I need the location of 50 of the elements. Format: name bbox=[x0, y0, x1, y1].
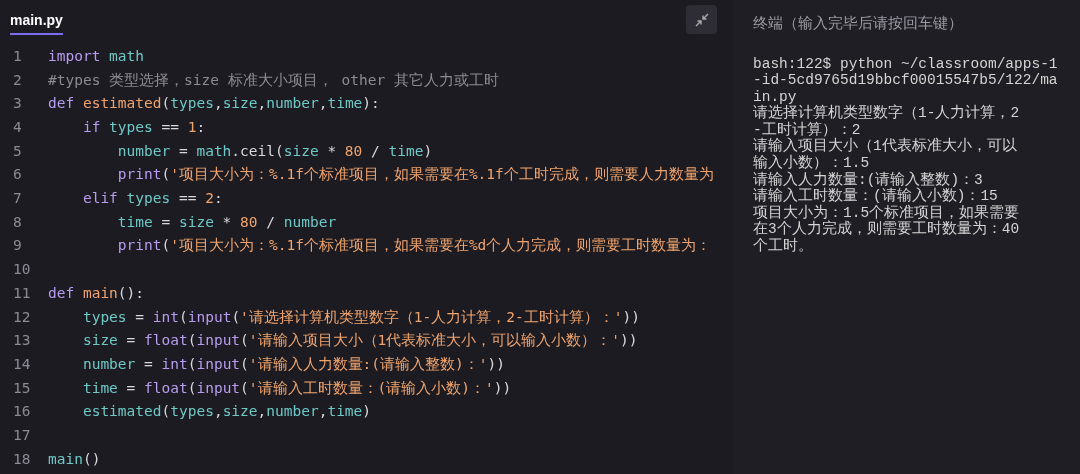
line-number: 7 bbox=[12, 189, 23, 209]
code-line: number = math.ceil(size * 80 / time) bbox=[116, 141, 433, 161]
code-line: types = int(input('请选择计算机类型数字（1-人力计算，2-工时计算）：')) bbox=[81, 307, 640, 327]
terminal-line: in.py bbox=[753, 88, 798, 105]
line-number: 18 bbox=[12, 449, 32, 469]
line-number: 14 bbox=[12, 354, 32, 374]
code-line: elif types == 2: bbox=[81, 189, 223, 209]
code-line: if types == 1: bbox=[81, 118, 206, 138]
code-line: print('项目大小为：%.1f个标准项目，如果需要在%d个人力完成，则需要工时数量为： bbox=[116, 236, 712, 256]
code-line: time = size * 80 / number bbox=[116, 212, 337, 232]
line-number: 5 bbox=[12, 141, 23, 161]
terminal-line: 请输入人力数量:(请输入整数)：3 bbox=[753, 171, 984, 188]
terminal-line: 在3个人力完成，则需要工时数量为：40 bbox=[753, 221, 1021, 238]
terminal-title: 终端（输入完毕后请按回车键） bbox=[753, 13, 964, 33]
terminal-line: 请选择计算机类型数字（1-人力计算，2 bbox=[753, 105, 1021, 122]
line-number: 12 bbox=[12, 307, 32, 327]
file-tab[interactable]: main.py bbox=[10, 10, 63, 35]
terminal-line: 个工时。 bbox=[753, 238, 814, 255]
line-number: 11 bbox=[12, 283, 32, 303]
line-number: 16 bbox=[12, 402, 32, 422]
code-line: #types 类型选择，size 标准大小项目， other 其它人力或工时 bbox=[48, 70, 499, 90]
code-line: main() bbox=[48, 449, 101, 469]
collapse-icon bbox=[694, 12, 709, 27]
collapse-button[interactable] bbox=[686, 5, 717, 34]
terminal-line: 项目大小为：1.5个标准项目，如果需要 bbox=[753, 204, 1021, 221]
terminal-line: 请输入工时数量：(请输入小数)：15 bbox=[753, 188, 999, 205]
terminal-line: -id-5cd9765d19bbcf00015547b5/122/ma bbox=[753, 72, 1059, 89]
code-line: def estimated(types,size,number,time): bbox=[48, 94, 380, 114]
terminal-line: 输入小数）：1.5 bbox=[753, 155, 871, 172]
code-line: estimated(types,size,number,time) bbox=[81, 402, 372, 422]
line-number: 10 bbox=[12, 260, 32, 280]
line-number: 1 bbox=[12, 46, 23, 66]
line-number: 2 bbox=[12, 70, 23, 90]
terminal-line: bash:122$ python ~/classroom/apps-1 bbox=[753, 55, 1059, 73]
line-number: 9 bbox=[12, 236, 23, 256]
code-line: print('项目大小为：%.1f个标准项目，如果需要在%.1f个工时完成，则需要人力数量为 bbox=[116, 165, 714, 185]
terminal-line: -工时计算）：2 bbox=[753, 121, 862, 138]
code-line: def main(): bbox=[48, 283, 145, 303]
code-line: number = int(input('请输入人力数量:(请输入整数)：')) bbox=[81, 354, 505, 374]
code-line: import math bbox=[48, 46, 145, 66]
line-number: 15 bbox=[12, 378, 32, 398]
code-line: size = float(input('请输入项目大小（1代表标准大小，可以输入小数）：')) bbox=[81, 331, 638, 351]
terminal-line: 请输入项目大小（1代表标准大小，可以 bbox=[753, 138, 1018, 155]
line-number: 8 bbox=[12, 212, 23, 232]
line-number: 4 bbox=[12, 118, 23, 138]
line-number: 6 bbox=[12, 165, 23, 185]
line-number: 3 bbox=[12, 94, 23, 114]
code-line: time = float(input('请输入工时数量：(请输入小数)：')) bbox=[81, 378, 512, 398]
line-number: 17 bbox=[12, 425, 32, 445]
line-number: 13 bbox=[12, 331, 32, 351]
